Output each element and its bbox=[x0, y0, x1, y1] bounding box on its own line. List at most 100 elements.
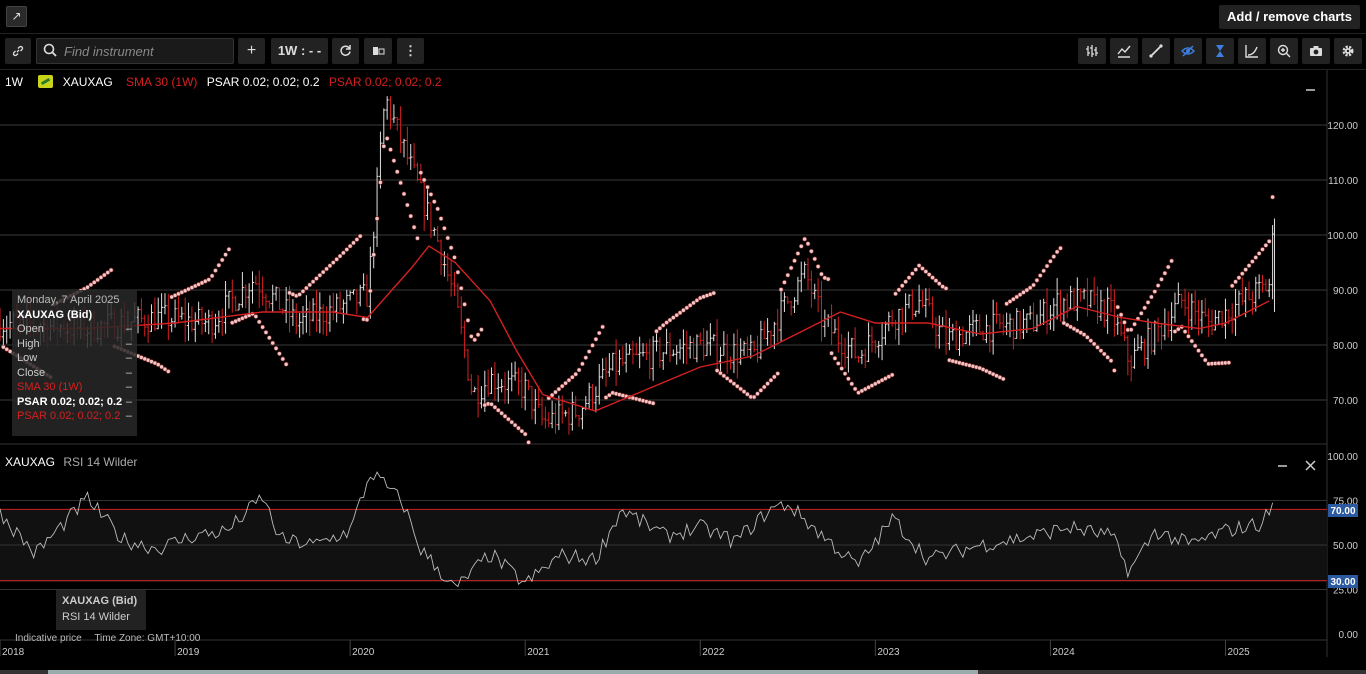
add-remove-charts-button[interactable]: Add / remove charts bbox=[1219, 5, 1360, 29]
psar-dot bbox=[815, 264, 821, 269]
psar-dot bbox=[930, 275, 935, 280]
psar-dot bbox=[846, 376, 851, 382]
psar-dot bbox=[458, 285, 464, 291]
tooltip-row-open: Open – bbox=[17, 323, 132, 335]
rsi-marker-70: 70.00 bbox=[1328, 504, 1358, 517]
psar-dot bbox=[842, 371, 848, 376]
psar-dot bbox=[495, 407, 501, 413]
crosshair-icon[interactable] bbox=[1206, 38, 1234, 64]
refresh-icon[interactable] bbox=[332, 38, 359, 64]
psar-dot bbox=[586, 349, 592, 354]
psar-dot bbox=[378, 180, 383, 185]
psar-dot bbox=[425, 184, 430, 190]
psar-dot bbox=[1091, 341, 1097, 347]
instrument-search[interactable] bbox=[36, 38, 234, 64]
psar-dot bbox=[516, 425, 521, 431]
psar-dot bbox=[1034, 277, 1040, 283]
bar-chart-icon[interactable] bbox=[1078, 38, 1106, 64]
line-chart-icon[interactable] bbox=[1110, 38, 1138, 64]
close-rsi-icon[interactable] bbox=[1305, 460, 1316, 471]
x-tick-label: 2025 bbox=[1227, 647, 1250, 658]
search-input[interactable] bbox=[64, 42, 224, 60]
psar-dot bbox=[509, 419, 515, 425]
zoom-icon[interactable] bbox=[1270, 38, 1298, 64]
psar-dot bbox=[438, 216, 444, 221]
settings-icon[interactable] bbox=[1334, 38, 1362, 64]
psar-dot bbox=[1132, 321, 1137, 327]
top-bar: ↗ Add / remove charts bbox=[0, 0, 1366, 34]
rsi-y-tick-label: 0.00 bbox=[1339, 630, 1359, 641]
psar-dot bbox=[256, 319, 262, 325]
chart-type-icon[interactable] bbox=[364, 38, 392, 64]
legend-psar-red[interactable]: PSAR 0.02; 0.02; 0.2 bbox=[329, 75, 442, 89]
y-tick-label: 70.00 bbox=[1333, 396, 1358, 407]
legend-sma[interactable]: SMA 30 (1W) bbox=[126, 75, 197, 89]
tooltip-date: Monday, 7 April 2025 bbox=[17, 294, 120, 306]
curve-icon[interactable] bbox=[1238, 38, 1266, 64]
psar-dot bbox=[1229, 283, 1235, 289]
legend-symbol[interactable]: XAUXAG bbox=[63, 75, 113, 89]
legend-psar-white[interactable]: PSAR 0.02; 0.02; 0.2 bbox=[207, 75, 320, 89]
psar-dot bbox=[590, 343, 595, 348]
psar-dot bbox=[657, 325, 663, 331]
psar-dot bbox=[832, 356, 838, 361]
draw-line-icon[interactable] bbox=[1142, 38, 1170, 64]
psar-dot bbox=[1162, 270, 1168, 276]
psar-dot bbox=[926, 272, 932, 277]
chart-scrollbar[interactable] bbox=[0, 670, 1366, 674]
psar-dot bbox=[1112, 368, 1117, 373]
interval-selector[interactable]: 1W : - - bbox=[271, 38, 328, 64]
psar-dot bbox=[1027, 285, 1033, 291]
hide-icon[interactable] bbox=[1174, 38, 1202, 64]
psar-dot bbox=[893, 291, 898, 297]
psar-dot bbox=[297, 292, 302, 297]
psar-dot bbox=[337, 253, 343, 259]
psar-dot bbox=[108, 267, 114, 273]
psar-dot bbox=[418, 170, 424, 175]
psar-dot bbox=[1196, 348, 1201, 353]
psar-dot bbox=[731, 381, 737, 386]
y-tick-label: 80.00 bbox=[1333, 341, 1358, 352]
psar-dot bbox=[1118, 312, 1124, 318]
psar-dot bbox=[1000, 376, 1006, 382]
psar-dot bbox=[1044, 263, 1050, 269]
psar-dot bbox=[1250, 259, 1255, 264]
chart-canvas[interactable]: 2018 2019 2020 2021 2022 2023 2024 2025 70.00 80… bbox=[0, 70, 1366, 670]
add-instrument-button[interactable]: + bbox=[238, 38, 265, 64]
psar-dot bbox=[920, 266, 925, 271]
psar-dot bbox=[768, 377, 774, 383]
psar-dot bbox=[728, 378, 733, 384]
psar-dot bbox=[1202, 357, 1208, 363]
psar-dot bbox=[943, 286, 949, 291]
psar-dot bbox=[428, 192, 434, 197]
psar-dot bbox=[472, 337, 477, 343]
psar-dot bbox=[442, 225, 447, 231]
psar-dot bbox=[1041, 268, 1046, 274]
rsi-legend-indicator[interactable]: RSI 14 Wilder bbox=[63, 455, 137, 469]
psar-dot bbox=[283, 361, 289, 367]
psar-dot bbox=[580, 361, 585, 367]
psar-dot bbox=[1189, 338, 1195, 344]
psar-dot bbox=[431, 199, 437, 204]
more-icon[interactable]: ⋮ bbox=[397, 38, 424, 64]
psar-dot bbox=[1054, 249, 1060, 255]
external-window-icon[interactable]: ↗ bbox=[6, 6, 27, 27]
link-icon[interactable] bbox=[5, 38, 31, 64]
psar-dot bbox=[1138, 311, 1144, 316]
psar-dot bbox=[223, 252, 228, 257]
psar-dot bbox=[751, 394, 757, 400]
psar-dot bbox=[394, 169, 400, 175]
psar-dot bbox=[1142, 305, 1147, 311]
scrollbar-thumb[interactable] bbox=[48, 670, 978, 674]
tooltip-row-low: Low – bbox=[17, 352, 132, 364]
instrument-flag-icon bbox=[38, 75, 54, 88]
x-tick-label: 2018 bbox=[2, 647, 25, 658]
psar-dot bbox=[792, 258, 797, 264]
psar-dot bbox=[755, 391, 760, 396]
psar-dot bbox=[330, 260, 336, 265]
psar-dot bbox=[563, 380, 568, 386]
camera-icon[interactable] bbox=[1302, 38, 1330, 64]
psar-dot bbox=[213, 268, 218, 273]
psar-dot bbox=[415, 236, 420, 241]
psar-dot bbox=[166, 369, 171, 374]
